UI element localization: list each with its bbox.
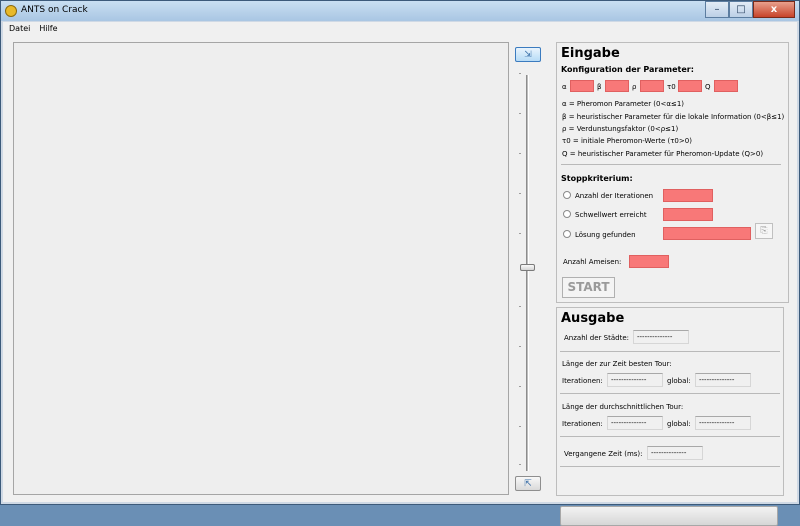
eingabe-panel: Eingabe Konfiguration der Parameter: α β… bbox=[556, 42, 789, 303]
zoom-out-button[interactable]: ⇱ bbox=[515, 476, 541, 491]
zeit-label: Vergangene Zeit (ms): bbox=[564, 450, 643, 458]
slider-tick bbox=[519, 306, 521, 307]
radio-schwellwert[interactable] bbox=[563, 210, 571, 218]
maximize-button[interactable]: □ bbox=[729, 1, 753, 18]
param-q-field[interactable] bbox=[714, 80, 738, 92]
beste-tour-title: Länge der zur Zeit besten Tour: bbox=[562, 360, 672, 368]
eingabe-title: Eingabe bbox=[561, 46, 620, 61]
graph-canvas[interactable] bbox=[13, 42, 509, 495]
slider-tick bbox=[519, 464, 521, 465]
divider bbox=[561, 164, 781, 165]
param-rho-field[interactable] bbox=[640, 80, 664, 92]
durch-global-label: global: bbox=[667, 420, 691, 428]
param-alpha-label: α bbox=[562, 83, 567, 91]
stopp-title: Stoppkriterium: bbox=[561, 174, 633, 183]
minimize-button[interactable]: – bbox=[705, 1, 729, 18]
divider bbox=[560, 466, 780, 467]
window-controls: – □ x bbox=[705, 1, 795, 18]
slider-tick bbox=[519, 233, 521, 234]
zoom-slider-track[interactable] bbox=[526, 75, 529, 471]
param-beta-label: β bbox=[597, 83, 602, 91]
param-tau-label: τ0 bbox=[667, 83, 676, 91]
radio-iterationen[interactable] bbox=[563, 191, 571, 199]
divider bbox=[560, 393, 780, 394]
title-bar[interactable]: ANTS on Crack – □ x bbox=[1, 1, 799, 21]
durch-tour-title: Länge der durchschnittlichen Tour: bbox=[562, 403, 684, 411]
durch-global-value: -------------- bbox=[695, 416, 751, 430]
slider-tick bbox=[519, 153, 521, 154]
slider-tick bbox=[519, 386, 521, 387]
beste-iter-value: -------------- bbox=[607, 373, 663, 387]
ameisen-field[interactable] bbox=[629, 255, 669, 268]
param-rho-label: ρ bbox=[632, 83, 637, 91]
param-beta-field[interactable] bbox=[605, 80, 629, 92]
durch-iter-value: -------------- bbox=[607, 416, 663, 430]
zeit-value: -------------- bbox=[647, 446, 703, 460]
divider bbox=[560, 436, 780, 437]
slider-tick bbox=[519, 193, 521, 194]
zoom-in-button[interactable]: ⇲ bbox=[515, 47, 541, 62]
ausgabe-title: Ausgabe bbox=[561, 311, 625, 326]
menu-datei[interactable]: Datei bbox=[9, 22, 30, 35]
konfig-title: Konfiguration der Parameter: bbox=[561, 65, 694, 74]
app-window: ANTS on Crack – □ x Datei Hilfe ⇲ ⇱ Eing… bbox=[0, 0, 800, 526]
durch-iter-label: Iterationen: bbox=[562, 420, 603, 428]
desc-rho: ρ = Verdunstungsfaktor (0<ρ≤1) bbox=[562, 125, 679, 133]
client-area: ⇲ ⇱ Eingabe Konfiguration der Parameter:… bbox=[3, 35, 797, 526]
stopp-loesung-field[interactable] bbox=[663, 227, 751, 240]
stopp-iterationen-label: Anzahl der Iterationen bbox=[575, 192, 654, 200]
stopp-loesung-label: Lösung gefunden bbox=[575, 231, 636, 239]
param-alpha-field[interactable] bbox=[570, 80, 594, 92]
staedte-label: Anzahl der Städte: bbox=[564, 334, 629, 342]
menu-hilfe[interactable]: Hilfe bbox=[39, 22, 57, 35]
slider-tick bbox=[519, 346, 521, 347]
progress-bar bbox=[560, 506, 778, 526]
slider-tick bbox=[519, 73, 521, 74]
open-file-icon: ⎘ bbox=[760, 226, 768, 236]
param-tau-field[interactable] bbox=[678, 80, 702, 92]
beste-global-label: global: bbox=[667, 377, 691, 385]
divider bbox=[560, 351, 780, 352]
zoom-slider-thumb[interactable] bbox=[520, 264, 535, 271]
stopp-schwellwert-label: Schwellwert erreicht bbox=[575, 211, 647, 219]
desc-beta: β = heuristischer Parameter für die loka… bbox=[562, 113, 785, 121]
desc-q: Q = heuristischer Parameter für Pheromon… bbox=[562, 150, 764, 158]
open-file-button[interactable]: ⎘ bbox=[755, 223, 773, 239]
window-title: ANTS on Crack bbox=[21, 5, 88, 15]
beste-iter-label: Iterationen: bbox=[562, 377, 603, 385]
staedte-value: -------------- bbox=[633, 330, 689, 344]
close-button[interactable]: x bbox=[753, 1, 795, 18]
slider-tick bbox=[519, 426, 521, 427]
slider-tick bbox=[519, 113, 521, 114]
zoom-in-icon: ⇲ bbox=[524, 49, 532, 60]
stopp-iterationen-field[interactable] bbox=[663, 189, 713, 202]
param-q-label: Q bbox=[705, 83, 711, 91]
stopp-schwellwert-field[interactable] bbox=[663, 208, 713, 221]
ameisen-label: Anzahl Ameisen: bbox=[563, 258, 622, 266]
desc-alpha: α = Pheromon Parameter (0<α≤1) bbox=[562, 100, 685, 108]
ausgabe-panel: Ausgabe Anzahl der Städte: -------------… bbox=[556, 307, 784, 526]
menu-bar: Datei Hilfe bbox=[3, 22, 797, 35]
beste-global-value: -------------- bbox=[695, 373, 751, 387]
start-button[interactable]: START bbox=[562, 277, 615, 298]
radio-loesung[interactable] bbox=[563, 230, 571, 238]
zoom-out-icon: ⇱ bbox=[524, 478, 532, 489]
ant-app-icon bbox=[5, 5, 17, 17]
desc-tau: τ0 = initiale Pheromon-Werte (τ0>0) bbox=[562, 137, 692, 145]
